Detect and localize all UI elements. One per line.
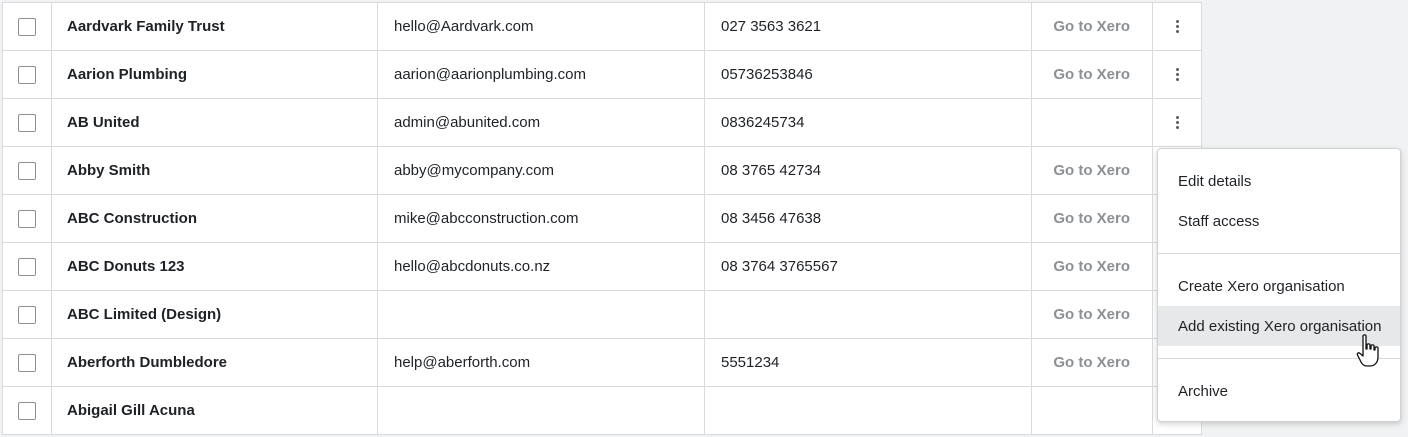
menu-item-edit-details[interactable]: Edit details [1158, 161, 1400, 201]
row-checkbox[interactable] [18, 305, 36, 324]
go-to-xero-cell: Go to Xero [1032, 195, 1153, 242]
table-row[interactable]: Abby Smith abby@mycompany.com 08 3765 4273… [2, 147, 1202, 195]
go-to-xero-cell [1032, 387, 1153, 434]
row-select-cell [2, 195, 52, 242]
table-row[interactable]: Abigail Gill Acuna [2, 387, 1202, 435]
menu-item-staff-access[interactable]: Staff access [1158, 201, 1400, 241]
go-to-xero-cell [1032, 99, 1153, 146]
client-name[interactable]: Aberforth Dumbledore [52, 339, 378, 386]
go-to-xero-cell: Go to Xero [1032, 291, 1153, 338]
table-row[interactable]: Aarion Plumbing aarion@aarionplumbing.com… [2, 51, 1202, 99]
row-checkbox[interactable] [18, 65, 36, 84]
clients-table: Aardvark Family Trust hello@Aardvark.com 0… [2, 2, 1202, 435]
client-phone [705, 291, 1032, 338]
table-row[interactable]: ABC Limited (Design) Go to Xero [2, 291, 1202, 339]
client-name[interactable]: ABC Construction [52, 195, 378, 242]
more-options-icon[interactable] [1175, 116, 1179, 129]
row-select-cell [2, 99, 52, 146]
go-to-xero-link[interactable]: Go to Xero [1053, 162, 1130, 179]
go-to-xero-cell: Go to Xero [1032, 243, 1153, 290]
go-to-xero-link[interactable]: Go to Xero [1053, 18, 1130, 35]
go-to-xero-cell: Go to Xero [1032, 3, 1153, 50]
table-row[interactable]: ABC Donuts 123 hello@abcdonuts.co.nz 08 37… [2, 243, 1202, 291]
client-name[interactable]: Aardvark Family Trust [52, 3, 378, 50]
menu-separator [1158, 253, 1400, 254]
table-row[interactable]: Aardvark Family Trust hello@Aardvark.com 0… [2, 3, 1202, 51]
go-to-xero-cell: Go to Xero [1032, 147, 1153, 194]
hand-pointer-cursor-icon [1356, 334, 1379, 367]
client-email [378, 387, 705, 434]
go-to-xero-cell: Go to Xero [1032, 51, 1153, 98]
client-phone: 027 3563 3621 [705, 3, 1032, 50]
table-row[interactable]: ABC Construction mike@abcconstruction.com… [2, 195, 1202, 243]
more-options-icon[interactable] [1175, 68, 1179, 81]
row-checkbox[interactable] [18, 401, 36, 420]
client-email: aarion@aarionplumbing.com [378, 51, 705, 98]
row-select-cell [2, 339, 52, 386]
table-row[interactable]: Aberforth Dumbledore help@aberforth.com 55… [2, 339, 1202, 387]
menu-item-archive[interactable]: Archive [1158, 371, 1400, 411]
client-email: hello@abcdonuts.co.nz [378, 243, 705, 290]
client-email: hello@Aardvark.com [378, 3, 705, 50]
context-menu: Edit details Staff access Create Xero or… [1157, 148, 1401, 422]
row-checkbox[interactable] [18, 353, 36, 372]
go-to-xero-link[interactable]: Go to Xero [1053, 66, 1130, 83]
client-email: admin@abunited.com [378, 99, 705, 146]
more-options-icon[interactable] [1175, 20, 1179, 33]
client-phone: 5551234 [705, 339, 1032, 386]
client-name[interactable]: Abby Smith [52, 147, 378, 194]
client-email: abby@mycompany.com [378, 147, 705, 194]
client-name[interactable]: ABC Donuts 123 [52, 243, 378, 290]
row-select-cell [2, 387, 52, 434]
row-checkbox[interactable] [18, 113, 36, 132]
client-phone: 0836245734 [705, 99, 1032, 146]
client-email [378, 291, 705, 338]
client-phone: 08 3764 3765567 [705, 243, 1032, 290]
row-checkbox[interactable] [18, 161, 36, 180]
go-to-xero-link[interactable]: Go to Xero [1053, 210, 1130, 227]
table-row[interactable]: AB United admin@abunited.com 0836245734 [2, 99, 1202, 147]
row-checkbox[interactable] [18, 209, 36, 228]
row-select-cell [2, 51, 52, 98]
go-to-xero-link[interactable]: Go to Xero [1053, 258, 1130, 275]
client-name[interactable]: Aarion Plumbing [52, 51, 378, 98]
client-name[interactable]: Abigail Gill Acuna [52, 387, 378, 434]
row-select-cell [2, 147, 52, 194]
row-actions-cell [1153, 99, 1202, 146]
client-phone: 05736253846 [705, 51, 1032, 98]
row-select-cell [2, 243, 52, 290]
row-select-cell [2, 291, 52, 338]
client-email: mike@abcconstruction.com [378, 195, 705, 242]
row-select-cell [2, 3, 52, 50]
row-actions-cell [1153, 51, 1202, 98]
client-phone [705, 387, 1032, 434]
client-phone: 08 3456 47638 [705, 195, 1032, 242]
menu-item-create-xero-organisation[interactable]: Create Xero organisation [1158, 266, 1400, 306]
client-name[interactable]: ABC Limited (Design) [52, 291, 378, 338]
go-to-xero-link[interactable]: Go to Xero [1053, 354, 1130, 371]
client-name[interactable]: AB United [52, 99, 378, 146]
row-checkbox[interactable] [18, 17, 36, 36]
row-checkbox[interactable] [18, 257, 36, 276]
client-email: help@aberforth.com [378, 339, 705, 386]
go-to-xero-cell: Go to Xero [1032, 339, 1153, 386]
go-to-xero-link[interactable]: Go to Xero [1053, 306, 1130, 323]
client-phone: 08 3765 42734 [705, 147, 1032, 194]
row-actions-cell [1153, 3, 1202, 50]
